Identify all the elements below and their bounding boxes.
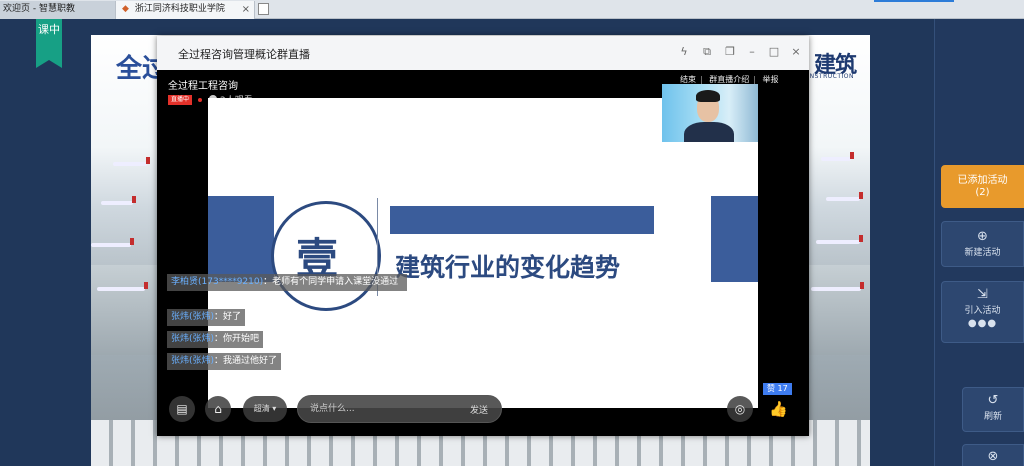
progress-strip (874, 0, 954, 2)
shared-screen-slide: 壹 建筑行业的变化趋势 (208, 98, 758, 408)
airplane-icon (811, 282, 864, 291)
slide-decor-bar-top (390, 206, 654, 234)
live-indicator-icon (198, 98, 202, 102)
site-favicon-icon: ◆ (122, 4, 129, 14)
popout-icon[interactable]: ❐ (723, 45, 737, 59)
chat-sender: 张炜(张炜) (171, 312, 215, 322)
refresh-button[interactable]: ↺ 刷新 (962, 387, 1024, 432)
quality-label: 超清 (253, 404, 270, 413)
rotate-screen-icon[interactable]: ⌂ (205, 396, 231, 422)
airplane-icon (113, 157, 150, 166)
slide-heading: 建筑行业的变化趋势 (395, 253, 621, 282)
close-tab-icon[interactable]: × (242, 1, 250, 18)
teacher-body (684, 122, 734, 142)
chevron-down-icon: ▾ (272, 404, 277, 413)
chat-message: 李柏贤(173****9210)：老师有个同学申请入课堂没通过 (167, 274, 407, 291)
lightning-icon[interactable]: ϟ (677, 45, 691, 59)
refresh-icon: ↺ (987, 393, 999, 408)
thumbs-up-icon[interactable]: 👍 (769, 400, 788, 418)
chat-text: ：老师有个同学申请入课堂没通过 (263, 277, 399, 287)
more-dots-icon[interactable]: ●●● (942, 318, 1023, 330)
chat-text: ：你开始吧 (214, 334, 260, 344)
live-top-links: 结束 | 群直播介绍 | 举报 (680, 74, 783, 85)
link-separator: | (753, 75, 756, 84)
course-name: 全过程工程咨询 (168, 81, 238, 92)
document-icon[interactable]: ▤ (169, 396, 195, 422)
slide-decor-bar-left (208, 196, 274, 282)
import-activity-label: 引入活动 (964, 306, 1001, 316)
chat-message: 张炜(张炜)：好了 (167, 309, 246, 326)
chat-sender: 张炜(张炜) (171, 356, 215, 366)
airplane-icon (97, 282, 148, 291)
airplane-icon (816, 235, 863, 244)
teacher-camera-feed[interactable] (662, 84, 758, 142)
live-stream-window: 全过程咨询管理概论群直播 ϟ ⧉ ❐ – □ × 全过程工程咨询 直播中 2人观… (157, 36, 809, 436)
quality-selector[interactable]: 超清 ▾ (243, 396, 287, 422)
live-window-title: 全过程咨询管理概论群直播 (178, 48, 310, 61)
new-tab-button[interactable] (258, 3, 269, 15)
live-intro-link[interactable]: 群直播介绍 (709, 75, 749, 84)
close-circle-icon: ⊗ (987, 449, 999, 464)
chat-sender: 张炜(张炜) (171, 334, 215, 344)
chat-text: ：我通过他好了 (214, 356, 278, 366)
like-count-badge: 赞 17 (763, 383, 792, 395)
live-window-titlebar[interactable]: 全过程咨询管理概论群直播 ϟ ⧉ ❐ – □ × (157, 36, 809, 70)
live-status-badge: 直播中 (168, 95, 193, 105)
chat-text: ：好了 (214, 312, 242, 322)
close-panel-button[interactable]: ⊗ (962, 444, 1024, 466)
new-activity-button[interactable]: ⊕ 新建活动 (941, 221, 1024, 267)
plus-circle-icon: ⊕ (977, 229, 988, 244)
class-status-badge: 课中 (36, 19, 62, 68)
close-window-icon[interactable]: × (789, 45, 803, 59)
airplane-icon (821, 152, 854, 161)
added-activities-label: 已添加活动 (957, 175, 1008, 186)
teacher-hair (696, 90, 720, 102)
barrage-toggle-icon[interactable]: ◎ (727, 396, 753, 422)
browser-tab-label: 浙江同济科技职业学院 (134, 4, 225, 14)
chat-message: 张炜(张炜)：你开始吧 (167, 331, 264, 348)
import-icon: ⇲ (977, 287, 988, 302)
minimize-icon[interactable]: – (745, 45, 759, 59)
link-separator: | (700, 75, 703, 84)
screen-share-icon[interactable]: ⧉ (700, 45, 714, 59)
browser-tab-label: 欢迎页 - 智慧职教 (3, 4, 75, 14)
slide-decor-bar-right (711, 196, 758, 282)
live-video-area: 全过程工程咨询 直播中 2人观看 壹 建筑行业的变化趋势 结束| 群直播介绍| … (157, 70, 809, 436)
report-link[interactable]: 举报 (763, 75, 779, 84)
added-activities-count: (2) (975, 187, 990, 198)
maximize-icon[interactable]: □ (767, 45, 781, 59)
airplane-icon (826, 192, 863, 201)
refresh-label: 刷新 (983, 412, 1002, 422)
end-live-link[interactable]: 结束 (680, 75, 696, 84)
airplane-icon (101, 196, 136, 205)
chat-message: 张炜(张炜)：我通过他好了 (167, 353, 282, 370)
browser-tab-bar: 欢迎页 - 智慧职教 ◆ 浙江同济科技职业学院 × (0, 0, 1024, 19)
browser-tab-welcome[interactable]: 欢迎页 - 智慧职教 (0, 1, 115, 19)
new-activity-label: 新建活动 (964, 248, 1001, 258)
chat-sender: 李柏贤(173****9210) (171, 277, 264, 287)
send-button[interactable]: 发送 (470, 403, 488, 416)
import-activity-button[interactable]: ⇲ 引入活动 ●●● (941, 281, 1024, 343)
added-activities-button[interactable]: 已添加活动 (2) (941, 165, 1024, 208)
browser-tab-college[interactable]: ◆ 浙江同济科技职业学院 × (115, 1, 255, 19)
airplane-icon (91, 238, 134, 247)
